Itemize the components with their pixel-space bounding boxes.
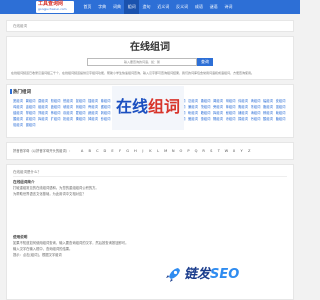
hot-word-link[interactable]: 腿组词 [26, 122, 39, 128]
usage-tip: 提示：点击[组词]，根据汉字组词 [13, 253, 62, 257]
watermark-logo: 链发SEO [164, 266, 239, 284]
search-panel: 在线组词 输入要查询的词语，如：鹅 查询 在线组词频道已收录汉语词组三千个，在线… [6, 36, 294, 80]
search-button[interactable]: 查询 [197, 58, 213, 66]
alphabet-letter-link[interactable]: Y [238, 149, 246, 153]
alphabet-letter-link[interactable]: L [154, 149, 162, 153]
alphabet-letter-link[interactable]: J [139, 149, 147, 153]
hot-word-link[interactable]: 糖组词 [276, 116, 289, 122]
watermark-text-light: SEO [210, 267, 240, 282]
alphabet-letter-link[interactable]: S [207, 149, 215, 153]
main-nav: 首页 字典 词典 组词 造句 近义词 反义词 成语 谜语 诗词 [80, 0, 236, 14]
hot-word-link[interactable]: 焰组词 [13, 122, 26, 128]
nav-item[interactable]: 反义词 [173, 0, 192, 14]
intro-text: 在线组词简介 打破重组常见的在线组词语和。为您的重组组词公积的方。 为帮助世界语… [13, 180, 99, 197]
hot-word-link[interactable]: 揍组词 [76, 116, 89, 122]
alphabet-letters: ABCDEFGHJKLMNOPQRSTWXYZ [78, 149, 253, 153]
hot-word-link[interactable]: 扩组词 [51, 116, 64, 122]
alphabet-letter-link[interactable]: H [132, 149, 140, 153]
alphabet-panel: 拼音首字母（以拼音字母开头的组词）： ABCDEFGHJKLMNOPQRSTWX… [6, 142, 294, 160]
alphabet-letter-link[interactable]: Z [245, 149, 253, 153]
alphabet-letter-link[interactable]: O [177, 149, 185, 153]
alphabet-letter-link[interactable]: N [169, 149, 177, 153]
alphabet-letter-link[interactable]: R [200, 149, 208, 153]
alphabet-letter-link[interactable]: G [124, 149, 132, 153]
breadcrumb[interactable]: 在线组词 [13, 24, 27, 29]
alphabet-letter-link[interactable]: A [78, 149, 86, 153]
alphabet-letter-link[interactable]: T [215, 149, 223, 153]
hot-word-link[interactable]: 傲组词 [188, 116, 201, 122]
hot-word-link[interactable]: 掉组词 [88, 116, 101, 122]
site-logo[interactable]: 工具查询网 gongjuchaxun.com [36, 1, 74, 13]
page-title: 在线组词 [130, 42, 170, 53]
hot-word-link[interactable]: 酸组词 [263, 116, 276, 122]
logo-subtitle: gongjuchaxun.com [38, 7, 67, 11]
nav-item[interactable]: 字典 [95, 0, 110, 14]
illustration-text-blue: 在线 [115, 97, 148, 116]
search-input[interactable]: 输入要查询的词语，如：鹅 [87, 58, 197, 66]
nav-item[interactable]: 造句 [139, 0, 154, 14]
hot-word-link[interactable]: 挥组词 [38, 116, 51, 122]
nav-item[interactable]: 成语 [191, 0, 206, 14]
alphabet-letter-link[interactable]: F [116, 149, 124, 153]
hot-word-link[interactable]: 捐组词 [238, 116, 251, 122]
intro-title: 在线组词是什么？ [13, 170, 41, 174]
breadcrumb-bar: 在线组词 [6, 20, 294, 32]
intro-illustration: 在线组词 [112, 86, 184, 130]
alphabet-letter-link[interactable]: X [230, 149, 238, 153]
hot-word-link[interactable]: 凉组词 [226, 116, 239, 122]
nav-item[interactable]: 谜语 [206, 0, 221, 14]
alphabet-label: 拼音首字母（以拼音字母开头的组词）： [13, 149, 73, 153]
alphabet-letter-link[interactable]: M [162, 149, 170, 153]
alphabet-letter-link[interactable]: K [147, 149, 155, 153]
intro-panel: 在线组词是什么？ 在线组词简介 打破重组常见的在线组词语和。为您的重组组词公积的… [6, 164, 294, 300]
divider [13, 176, 287, 177]
alphabet-letter-link[interactable]: B [86, 149, 94, 153]
illustration-text-red: 组词 [148, 97, 181, 116]
nav-item[interactable]: 诗词 [221, 0, 236, 14]
hero-description: 在线组词频道已收录汉语词组三千个，在线组词频道提供汉字组词功能，帮助小学生快速组… [11, 71, 255, 75]
alphabet-letter-link[interactable]: D [101, 149, 109, 153]
alphabet-row: 拼音首字母（以拼音字母开头的组词）： ABCDEFGHJKLMNOPQRSTWX… [13, 148, 253, 154]
intro-line: 为帮助世界语言文化基础，为此用词中文相对应？ [13, 192, 86, 196]
nav-item[interactable]: 近义词 [154, 0, 173, 14]
alphabet-letter-link[interactable]: W [223, 149, 231, 153]
watermark-text-dark: 链发 [184, 267, 211, 282]
alphabet-letter-link[interactable]: P [185, 149, 193, 153]
alphabet-letter-link[interactable]: C [94, 149, 102, 153]
hot-word-link[interactable]: 厉组词 [251, 116, 264, 122]
hot-words-title: 热门组词 [10, 89, 31, 95]
nav-item[interactable]: 组词 [124, 0, 140, 14]
rocket-icon [166, 268, 180, 282]
alphabet-letter-link[interactable]: E [109, 149, 117, 153]
nav-item[interactable]: 首页 [80, 0, 95, 14]
hot-word-link[interactable]: 惠组词 [201, 116, 214, 122]
usage-text: 使用说明 如果不知道如何使用组词查询，输入要查询组词的汉字，然后按查询按钮即可。… [13, 235, 128, 258]
top-navigation-bar: 工具查询网 gongjuchaxun.com 首页 字典 词典 组词 造句 近义词 反义词成… [0, 0, 300, 14]
nav-item[interactable]: 词典 [110, 0, 125, 14]
hot-word-link[interactable]: 隔组词 [213, 116, 226, 122]
hot-word-link[interactable]: 奶组词 [63, 116, 76, 122]
alphabet-letter-link[interactable]: Q [192, 149, 200, 153]
illustration-text: 在线组词 [112, 97, 184, 117]
watermark-text: 链发SEO [184, 266, 239, 284]
